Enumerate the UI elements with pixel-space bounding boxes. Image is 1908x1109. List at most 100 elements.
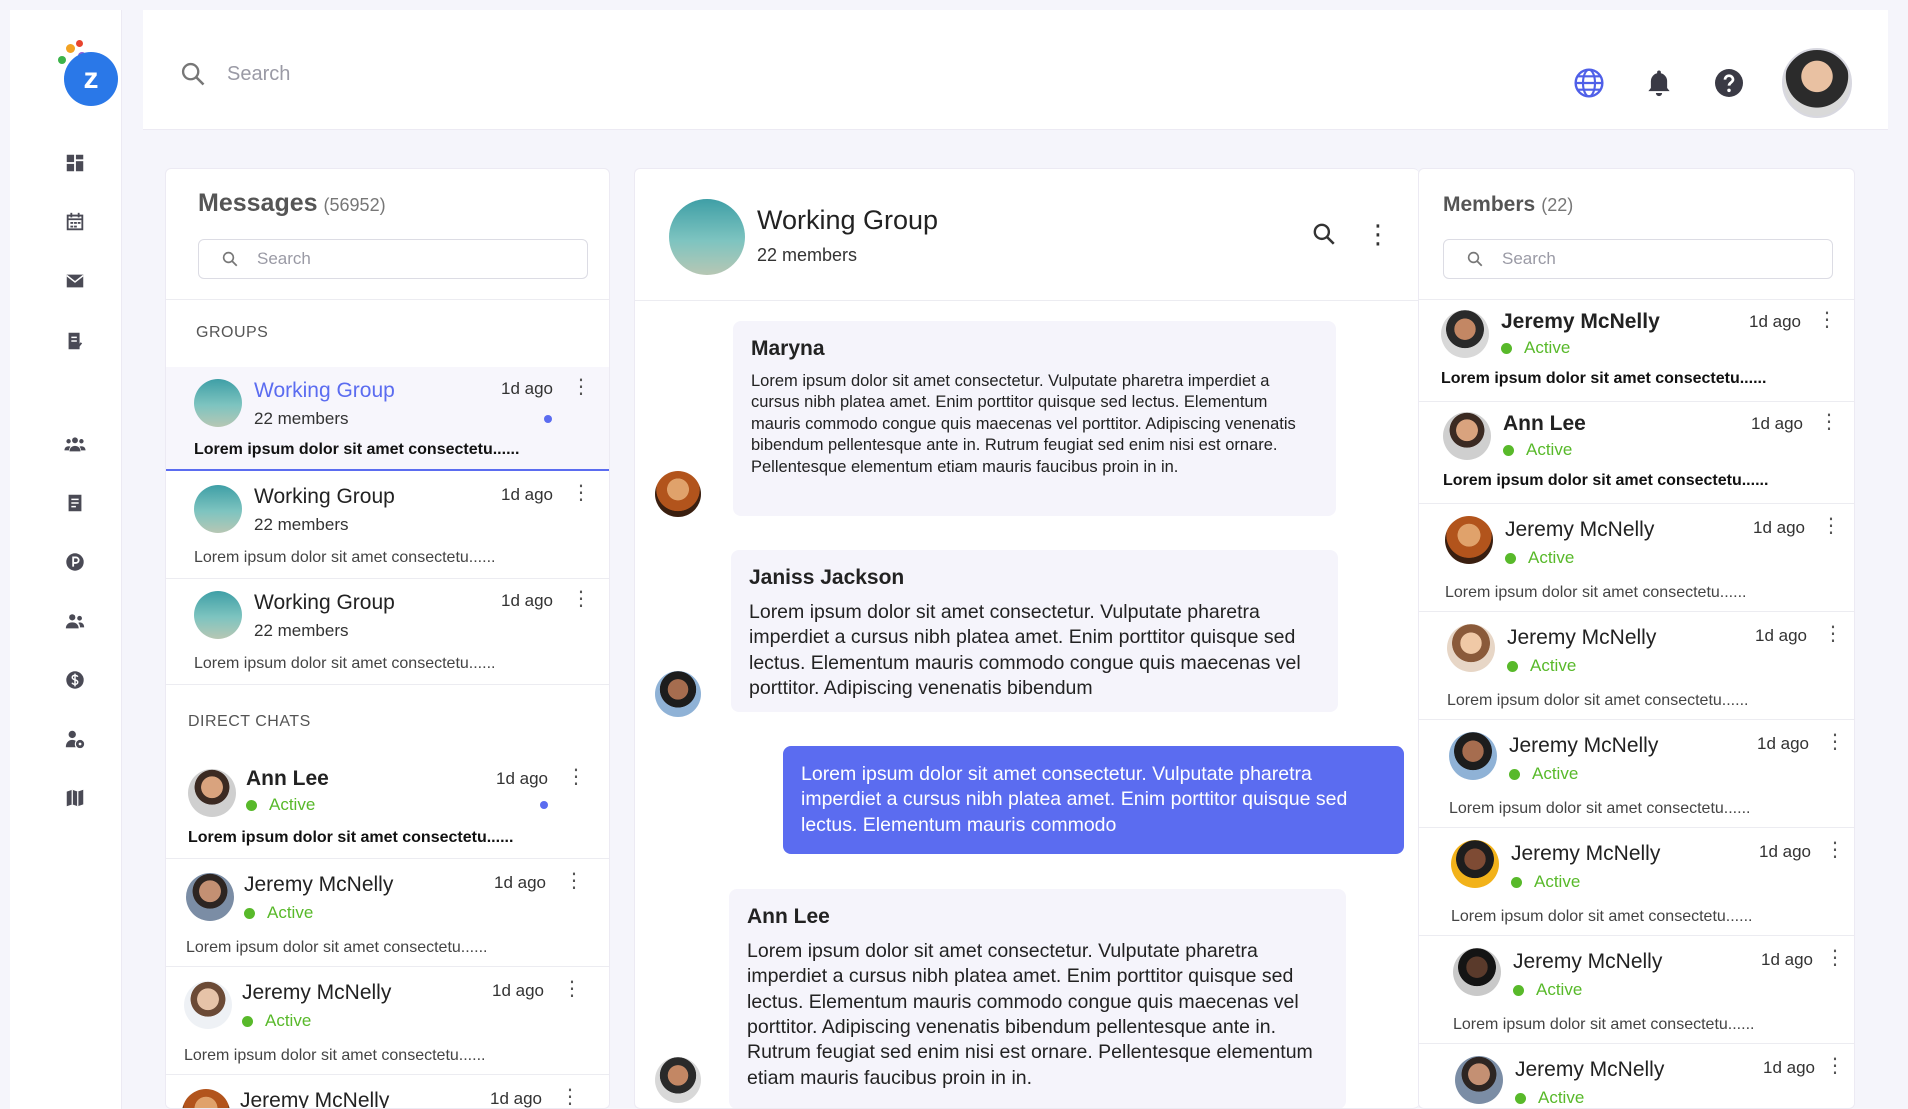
group-item[interactable]: Working Group 22 members 1d ago ⋮ Lorem … [166,367,609,471]
member-time: 1d ago [1751,414,1803,433]
bell-icon[interactable] [1642,66,1676,100]
more-options-icon[interactable]: ⋮ [562,979,582,999]
status-indicator: Active [242,1011,311,1031]
group-preview: Lorem ipsum dolor sit amet consectetu...… [194,655,496,672]
message-author: Ann Lee [747,905,830,928]
map-icon[interactable] [60,783,90,813]
message-author: Maryna [751,337,825,360]
direct-chat-item[interactable]: Ann Lee Active 1d ago ⋮ Lorem ipsum dolo… [166,755,609,859]
more-options-icon[interactable]: ⋮ [564,871,584,891]
status-dot [1511,876,1522,888]
dollar-icon[interactable] [60,665,90,695]
member-name: Jeremy McNelly [1509,734,1659,757]
direct-chat-item[interactable]: Jeremy McNelly Active 1d ago ⋮ Lorem ips… [166,967,609,1075]
user-avatar[interactable] [1782,48,1852,118]
more-options-icon[interactable]: ⋮ [571,589,591,609]
unread-dot [540,801,548,809]
status-dot [1513,984,1524,996]
divider [166,299,609,300]
more-options-icon[interactable]: ⋮ [571,377,591,397]
member-preview: Lorem ipsum dolor sit amet consectetu...… [1447,692,1749,709]
status-indicator: Active [1513,980,1582,1000]
group-time: 1d ago [501,591,553,610]
dashboard-icon[interactable] [60,148,90,178]
member-item[interactable]: Jeremy McNelly Active 1d ago ⋮ [1419,1044,1854,1108]
member-preview: Lorem ipsum dolor sit amet consectetu...… [1449,800,1751,817]
more-options-icon[interactable]: ⋮ [1825,1056,1845,1076]
global-search-input[interactable] [227,62,627,86]
messages-search[interactable] [198,239,588,279]
contact-name: Jeremy McNelly [240,1089,390,1109]
member-item[interactable]: Jeremy McNelly Active 1d ago ⋮ Lorem ips… [1419,300,1854,402]
member-item[interactable]: Jeremy McNelly Active 1d ago ⋮ Lorem ips… [1419,828,1854,936]
more-options-icon[interactable]: ⋮ [566,767,586,787]
more-options-icon[interactable]: ⋮ [1825,948,1845,968]
member-preview: Lorem ipsum dolor sit amet consectetu...… [1445,584,1747,601]
app-logo[interactable]: z [58,40,120,106]
group-time: 1d ago [501,379,553,398]
global-search[interactable] [179,60,627,88]
more-options-icon[interactable]: ⋮ [1819,412,1839,432]
parking-icon[interactable] [60,547,90,577]
more-options-icon[interactable]: ⋮ [1817,310,1837,330]
direct-chat-item[interactable]: Jeremy McNelly Active 1d ago ⋮ Lorem ips… [166,859,609,967]
message-text: Lorem ipsum dolor sit amet consectetur. … [749,601,1301,700]
team-icon[interactable] [60,429,90,459]
member-item[interactable]: Jeremy McNelly Active 1d ago ⋮ Lorem ips… [1419,612,1854,720]
group-item[interactable]: Working Group 22 members 1d ago ⋮ Lorem … [166,579,609,685]
member-preview: Lorem ipsum dolor sit amet consectetu...… [1441,370,1767,387]
status-text: Active [267,903,314,922]
sidebar: z [10,10,122,1109]
direct-chat-item[interactable]: Jeremy McNelly 1d ago ⋮ [166,1075,609,1109]
status-dot [1501,342,1512,354]
messages-title-text: Messages [198,189,318,217]
more-options-icon[interactable]: ⋮ [1823,624,1843,644]
help-icon[interactable] [1712,66,1746,100]
member-name: Jeremy McNelly [1511,842,1661,865]
more-options-icon[interactable]: ⋮ [1825,840,1845,860]
messages-search-input[interactable] [257,249,557,269]
users-icon[interactable] [60,606,90,636]
contact-name: Jeremy McNelly [242,981,392,1004]
status-text: Active [1528,548,1575,567]
chat-group-avatar [669,199,745,275]
member-item[interactable]: Jeremy McNelly Active 1d ago ⋮ Lorem ips… [1419,504,1854,612]
members-search[interactable] [1443,239,1833,279]
group-item[interactable]: Working Group 22 members 1d ago ⋮ Lorem … [166,473,609,579]
more-options-icon[interactable]: ⋮ [560,1087,580,1107]
user-settings-icon[interactable] [60,724,90,754]
chat-actions: ⋮ [1311,221,1391,247]
member-item[interactable]: Ann Lee Active 1d ago ⋮ Lorem ipsum dolo… [1419,402,1854,504]
chat-preview: Lorem ipsum dolor sit amet consectetu...… [184,1047,486,1064]
group-name: Working Group [254,591,395,614]
status-dot [1507,660,1518,672]
status-text: Active [1538,1088,1585,1107]
member-avatar [1445,516,1493,564]
document-icon[interactable] [60,488,90,518]
search-icon[interactable] [1311,221,1337,247]
status-dot [1503,444,1514,456]
status-indicator: Active [244,903,313,923]
report-icon[interactable] [60,326,90,356]
mail-icon[interactable] [60,266,90,296]
member-item[interactable]: Jeremy McNelly Active 1d ago ⋮ Lorem ips… [1419,936,1854,1044]
more-options-icon[interactable]: ⋮ [1821,516,1841,536]
member-name: Jeremy McNelly [1507,626,1657,649]
member-item[interactable]: Jeremy McNelly Active 1d ago ⋮ Lorem ips… [1419,720,1854,828]
member-avatar [1449,732,1497,780]
message-text: Lorem ipsum dolor sit amet consectetur. … [801,763,1348,836]
search-icon [181,62,205,86]
status-dot [242,1015,253,1027]
group-name: Working Group [254,379,395,402]
group-members: 22 members [254,409,349,428]
more-options-icon[interactable]: ⋮ [1365,221,1391,247]
globe-icon[interactable] [1572,66,1606,100]
chat-panel: Working Group 22 members ⋮ Maryna Lorem … [634,168,1419,1109]
calendar-icon[interactable] [60,207,90,237]
more-options-icon[interactable]: ⋮ [571,483,591,503]
member-time: 1d ago [1763,1058,1815,1077]
more-options-icon[interactable]: ⋮ [1825,732,1845,752]
members-search-input[interactable] [1502,249,1802,269]
sender-avatar [655,471,701,517]
member-name: Jeremy McNelly [1501,310,1660,333]
